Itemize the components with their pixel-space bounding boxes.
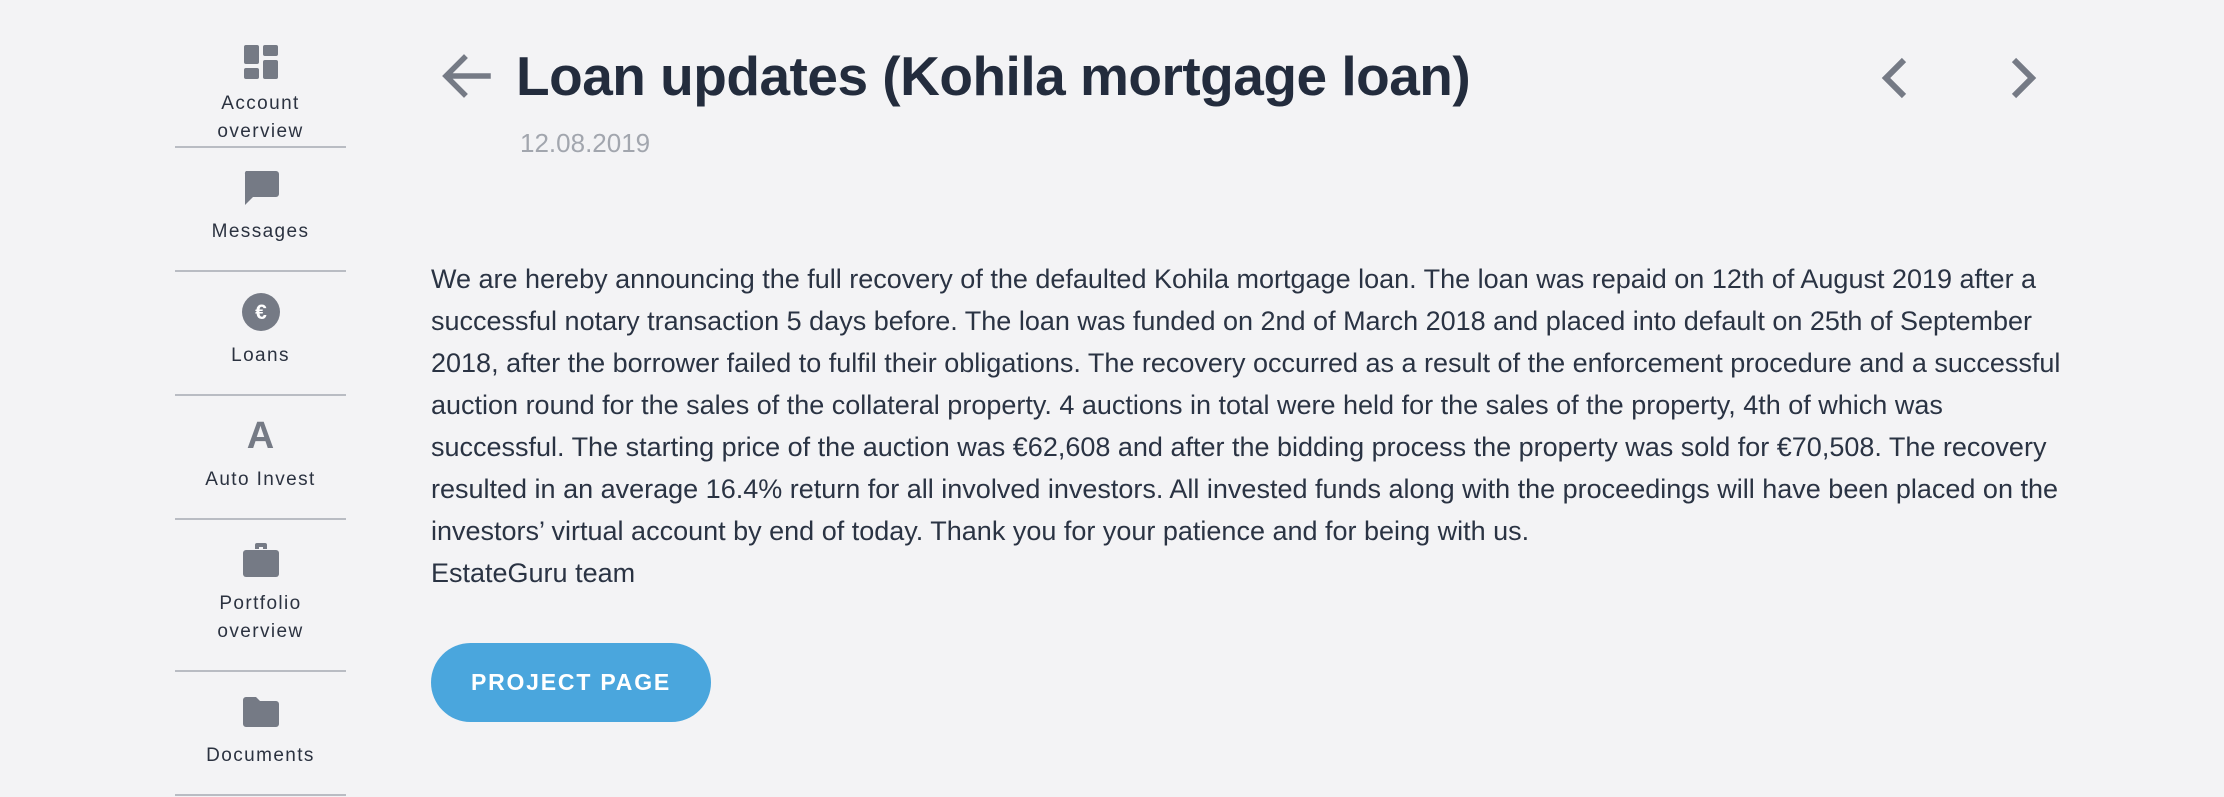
auto-invest-icon: A xyxy=(247,416,274,456)
sidebar-item-account-overview[interactable]: Account overview xyxy=(175,0,346,148)
sidebar-item-label: Portfolio overview xyxy=(217,593,304,642)
arrow-left-icon xyxy=(442,54,491,98)
previous-update-button[interactable] xyxy=(1876,56,1916,100)
chevron-left-icon xyxy=(1881,57,1907,99)
post-date: 12.08.2019 xyxy=(520,128,651,158)
sidebar-item-auto-invest[interactable]: A Auto Invest xyxy=(175,396,346,520)
sidebar-item-label: Messages xyxy=(211,221,310,242)
page-title: Loan updates (Kohila mortgage loan) xyxy=(516,45,1471,107)
article-signature: EstateGuru team xyxy=(431,558,636,588)
sidebar-nav: Account overview Messages € Loans A Auto… xyxy=(175,0,346,796)
sidebar-item-portfolio-overview[interactable]: Portfolio overview xyxy=(175,520,346,672)
back-button[interactable] xyxy=(440,50,492,102)
auto-invest-glyph: A xyxy=(246,415,275,457)
message-icon xyxy=(242,168,280,208)
euro-coin-icon: € xyxy=(241,292,281,332)
sidebar-item-loans[interactable]: € Loans xyxy=(175,272,346,396)
chevron-right-icon xyxy=(2011,57,2037,99)
folder-icon xyxy=(242,692,280,732)
sidebar-item-label: Loans xyxy=(231,345,290,366)
article-body: We are hereby announcing the full recove… xyxy=(431,264,2061,546)
sidebar-item-label: Auto Invest xyxy=(205,469,316,490)
euro-glyph: € xyxy=(255,301,267,324)
briefcase-icon xyxy=(242,540,280,580)
sidebar-item-label: Documents xyxy=(206,745,315,766)
dashboard-icon xyxy=(243,44,278,80)
sidebar-item-label: Account overview xyxy=(217,93,304,142)
sidebar-item-messages[interactable]: Messages xyxy=(175,148,346,272)
next-update-button[interactable] xyxy=(2002,56,2042,100)
sidebar-item-documents[interactable]: Documents xyxy=(175,672,346,796)
project-page-button[interactable]: PROJECT PAGE xyxy=(431,643,711,722)
update-article: We are hereby announcing the full recove… xyxy=(431,258,2061,594)
